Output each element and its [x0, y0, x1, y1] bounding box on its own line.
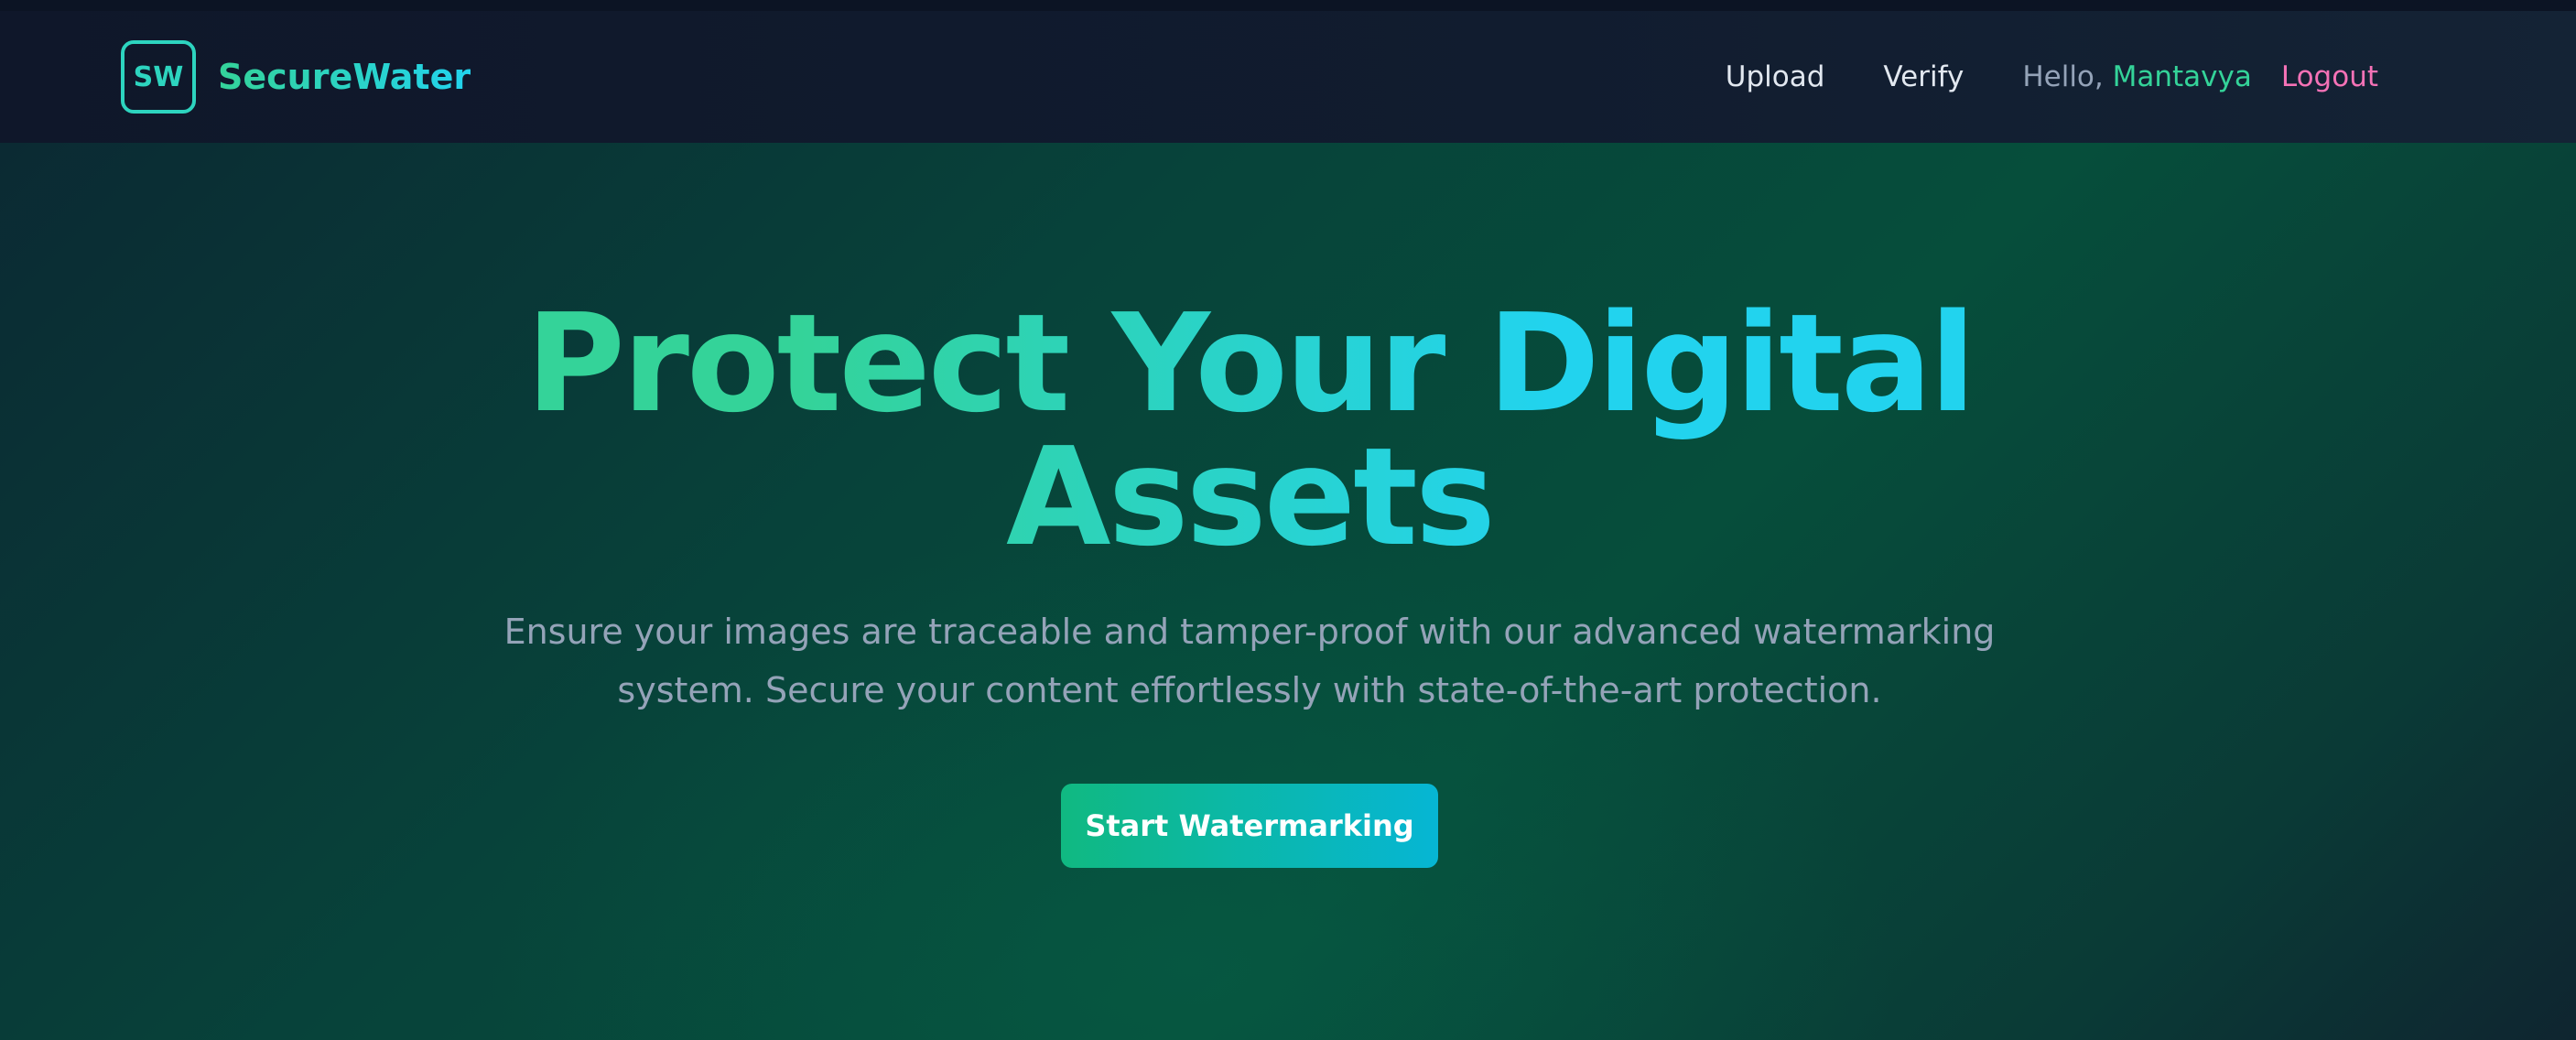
navbar: SW SecureWater Upload Verify Hello, Mant… — [0, 0, 2576, 143]
hero-section: Protect Your Digital Assets Ensure your … — [0, 143, 2576, 1040]
brand[interactable]: SW SecureWater — [121, 40, 471, 114]
nav-link-verify[interactable]: Verify — [1883, 60, 1964, 93]
nav-links: Upload Verify Hello, Mantavya Logout — [1726, 60, 2378, 93]
hero-title-line-2: Assets — [1006, 418, 1493, 576]
start-watermarking-button[interactable]: Start Watermarking — [1061, 784, 1438, 868]
brand-logo-badge: SW — [121, 40, 196, 114]
hero-subtitle-line-2: system. Secure your content effortlessly… — [617, 670, 1882, 710]
brand-name: SecureWater — [218, 57, 471, 97]
nav-link-upload[interactable]: Upload — [1726, 60, 1825, 93]
hero-title: Protect Your Digital Assets — [0, 297, 2499, 564]
greeting-prefix: Hello, — [2022, 60, 2104, 93]
user-greeting: Hello, Mantavya — [2022, 60, 2252, 93]
username: Mantavya — [2112, 60, 2252, 93]
hero-subtitle: Ensure your images are traceable and tam… — [0, 602, 2499, 720]
hero-subtitle-line-1: Ensure your images are traceable and tam… — [503, 612, 1996, 652]
logout-button[interactable]: Logout — [2281, 60, 2378, 93]
